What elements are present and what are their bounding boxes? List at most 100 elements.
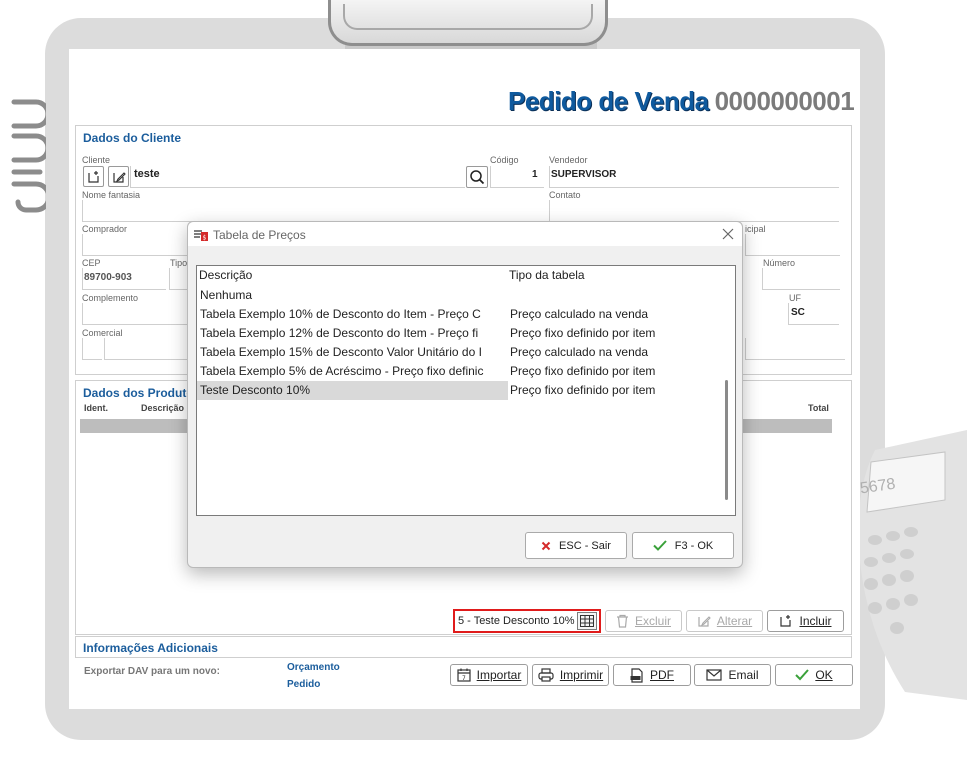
complemento-field[interactable] bbox=[82, 303, 192, 325]
export-pedido-link[interactable]: Pedido bbox=[287, 679, 320, 690]
excluir-label: Excluir bbox=[634, 614, 671, 628]
ok-button[interactable]: OK bbox=[775, 664, 853, 686]
dialog-titlebar: $ Tabela de Preços bbox=[188, 222, 742, 246]
page-title-text: Pedido de Venda bbox=[508, 86, 709, 116]
edit-client-button[interactable] bbox=[108, 166, 129, 187]
f3-ok-button[interactable]: F3 - OK bbox=[632, 532, 734, 559]
comprador-field[interactable] bbox=[82, 234, 192, 256]
price-table-button[interactable] bbox=[577, 612, 597, 630]
row-tipo: Preço fixo definido por item bbox=[510, 364, 656, 378]
row-descricao: Teste Desconto 10% bbox=[200, 383, 311, 397]
imprimir-label: Imprimir bbox=[559, 668, 604, 682]
check-icon bbox=[653, 540, 667, 551]
calendar-icon: 7 bbox=[457, 668, 471, 682]
price-table-row[interactable]: Teste Desconto 10% Preço fixo definido po… bbox=[197, 381, 719, 400]
alterar-button[interactable]: Alterar bbox=[686, 610, 763, 632]
order-number: 0000000001 bbox=[714, 86, 855, 116]
municipal-field[interactable] bbox=[745, 234, 840, 256]
trash-icon bbox=[616, 614, 628, 628]
printer-icon bbox=[538, 668, 554, 682]
edit-icon bbox=[112, 171, 126, 183]
price-table-row[interactable]: Tabela Exemplo 10% de Desconto do Item -… bbox=[197, 305, 719, 324]
app-logo-icon bbox=[11, 99, 46, 213]
pdf-label: PDF bbox=[650, 668, 674, 682]
codigo-label: Código bbox=[490, 155, 519, 165]
price-table-selector[interactable]: 5 - Teste Desconto 10% bbox=[453, 609, 601, 633]
check-icon bbox=[795, 669, 810, 681]
svg-text:$: $ bbox=[203, 235, 207, 242]
produtos-section-title: Dados dos Produto bbox=[83, 386, 194, 400]
cliente-field[interactable] bbox=[130, 166, 465, 188]
row-descricao: Tabela Exemplo 10% de Desconto do Item -… bbox=[200, 307, 481, 321]
importar-label: Importar bbox=[476, 668, 522, 682]
col-descricao: Descrição bbox=[141, 403, 185, 413]
alterar-label: Alterar bbox=[716, 614, 753, 628]
price-table-row[interactable]: Tabela Exemplo 5% de Acréscimo - Preço f… bbox=[197, 362, 719, 381]
new-client-button[interactable] bbox=[83, 166, 104, 187]
contato-field[interactable] bbox=[549, 200, 839, 222]
clipboard-clip bbox=[328, 0, 608, 46]
pdf-button[interactable]: PDF bbox=[613, 664, 691, 686]
comercial-label: Comercial bbox=[82, 328, 123, 338]
tipo-label: Tipo bbox=[170, 258, 188, 268]
cancel-x-icon bbox=[541, 541, 551, 550]
list-col-descricao: Descrição bbox=[199, 268, 253, 282]
price-table-icon: $ bbox=[194, 230, 208, 242]
row-descricao: Tabela Exemplo 15% de Desconto Valor Uni… bbox=[200, 345, 482, 359]
clip-inner bbox=[343, 4, 593, 30]
row-tipo: Preço calculado na venda bbox=[510, 345, 649, 359]
page-title: Pedido de Venda 0000000001 bbox=[508, 86, 855, 117]
price-table-list[interactable]: Descrição Tipo da tabela Nenhuma Tabela E… bbox=[196, 265, 736, 516]
ok-label: OK bbox=[815, 668, 833, 682]
cep-label: CEP bbox=[82, 258, 101, 268]
list-scrollbar[interactable] bbox=[725, 380, 728, 500]
close-icon[interactable] bbox=[720, 226, 736, 242]
col-ident: Ident. bbox=[84, 403, 108, 413]
pdf-file-icon bbox=[630, 667, 643, 683]
export-orcamento-link[interactable]: Orçamento bbox=[287, 662, 340, 673]
vendedor-value: SUPERVISOR bbox=[551, 169, 617, 180]
add-document-icon bbox=[780, 615, 792, 627]
comercial-field-2[interactable] bbox=[104, 338, 192, 360]
nome-fantasia-label: Nome fantasia bbox=[82, 190, 141, 200]
price-table-row[interactable]: Tabela Exemplo 12% de Desconto do Item -… bbox=[197, 324, 719, 343]
list-col-tipo: Tipo da tabela bbox=[509, 268, 585, 282]
price-table-value: 5 - Teste Desconto 10% bbox=[458, 615, 575, 627]
extra-field[interactable] bbox=[745, 338, 845, 360]
imprimir-button[interactable]: Imprimir bbox=[532, 664, 609, 686]
table-grid-icon bbox=[580, 615, 594, 627]
price-table-row[interactable]: Nenhuma bbox=[197, 286, 719, 305]
incluir-button[interactable]: Incluir bbox=[767, 610, 844, 632]
comercial-field[interactable] bbox=[82, 338, 102, 360]
f3-ok-label: F3 - OK bbox=[674, 539, 714, 552]
uf-value: SC bbox=[791, 307, 805, 318]
comprador-label: Comprador bbox=[82, 224, 128, 234]
col-total: Total bbox=[808, 403, 829, 413]
esc-sair-label: ESC - Sair bbox=[559, 539, 611, 552]
search-icon bbox=[470, 170, 485, 185]
new-document-icon bbox=[87, 170, 99, 183]
cep-value: 89700-903 bbox=[84, 272, 132, 283]
row-descricao: Tabela Exemplo 5% de Acréscimo - Preço f… bbox=[200, 364, 484, 378]
email-label: Email bbox=[728, 668, 759, 682]
cliente-value: teste bbox=[134, 168, 160, 180]
municipal-label: icipal bbox=[745, 224, 766, 234]
edit-icon bbox=[698, 616, 711, 627]
row-tipo: Preço fixo definido por item bbox=[510, 383, 656, 397]
codigo-value: 1 bbox=[532, 169, 538, 180]
cliente-label: Cliente bbox=[82, 155, 111, 165]
excluir-button[interactable]: Excluir bbox=[605, 610, 682, 632]
contato-label: Contato bbox=[549, 190, 581, 200]
cliente-section-title: Dados do Cliente bbox=[83, 131, 182, 145]
export-label: Exportar DAV para um novo: bbox=[84, 666, 220, 677]
nome-fantasia-field[interactable] bbox=[82, 200, 544, 222]
complemento-label: Complemento bbox=[82, 293, 139, 303]
vendedor-label: Vendedor bbox=[549, 155, 588, 165]
search-client-button[interactable] bbox=[466, 166, 488, 188]
price-table-row[interactable]: Tabela Exemplo 15% de Desconto Valor Uni… bbox=[197, 343, 719, 362]
esc-sair-button[interactable]: ESC - Sair bbox=[525, 532, 627, 559]
email-button[interactable]: Email bbox=[694, 664, 771, 686]
importar-button[interactable]: 7 Importar bbox=[450, 664, 528, 686]
svg-text:7: 7 bbox=[462, 675, 466, 682]
numero-field[interactable] bbox=[762, 268, 840, 290]
